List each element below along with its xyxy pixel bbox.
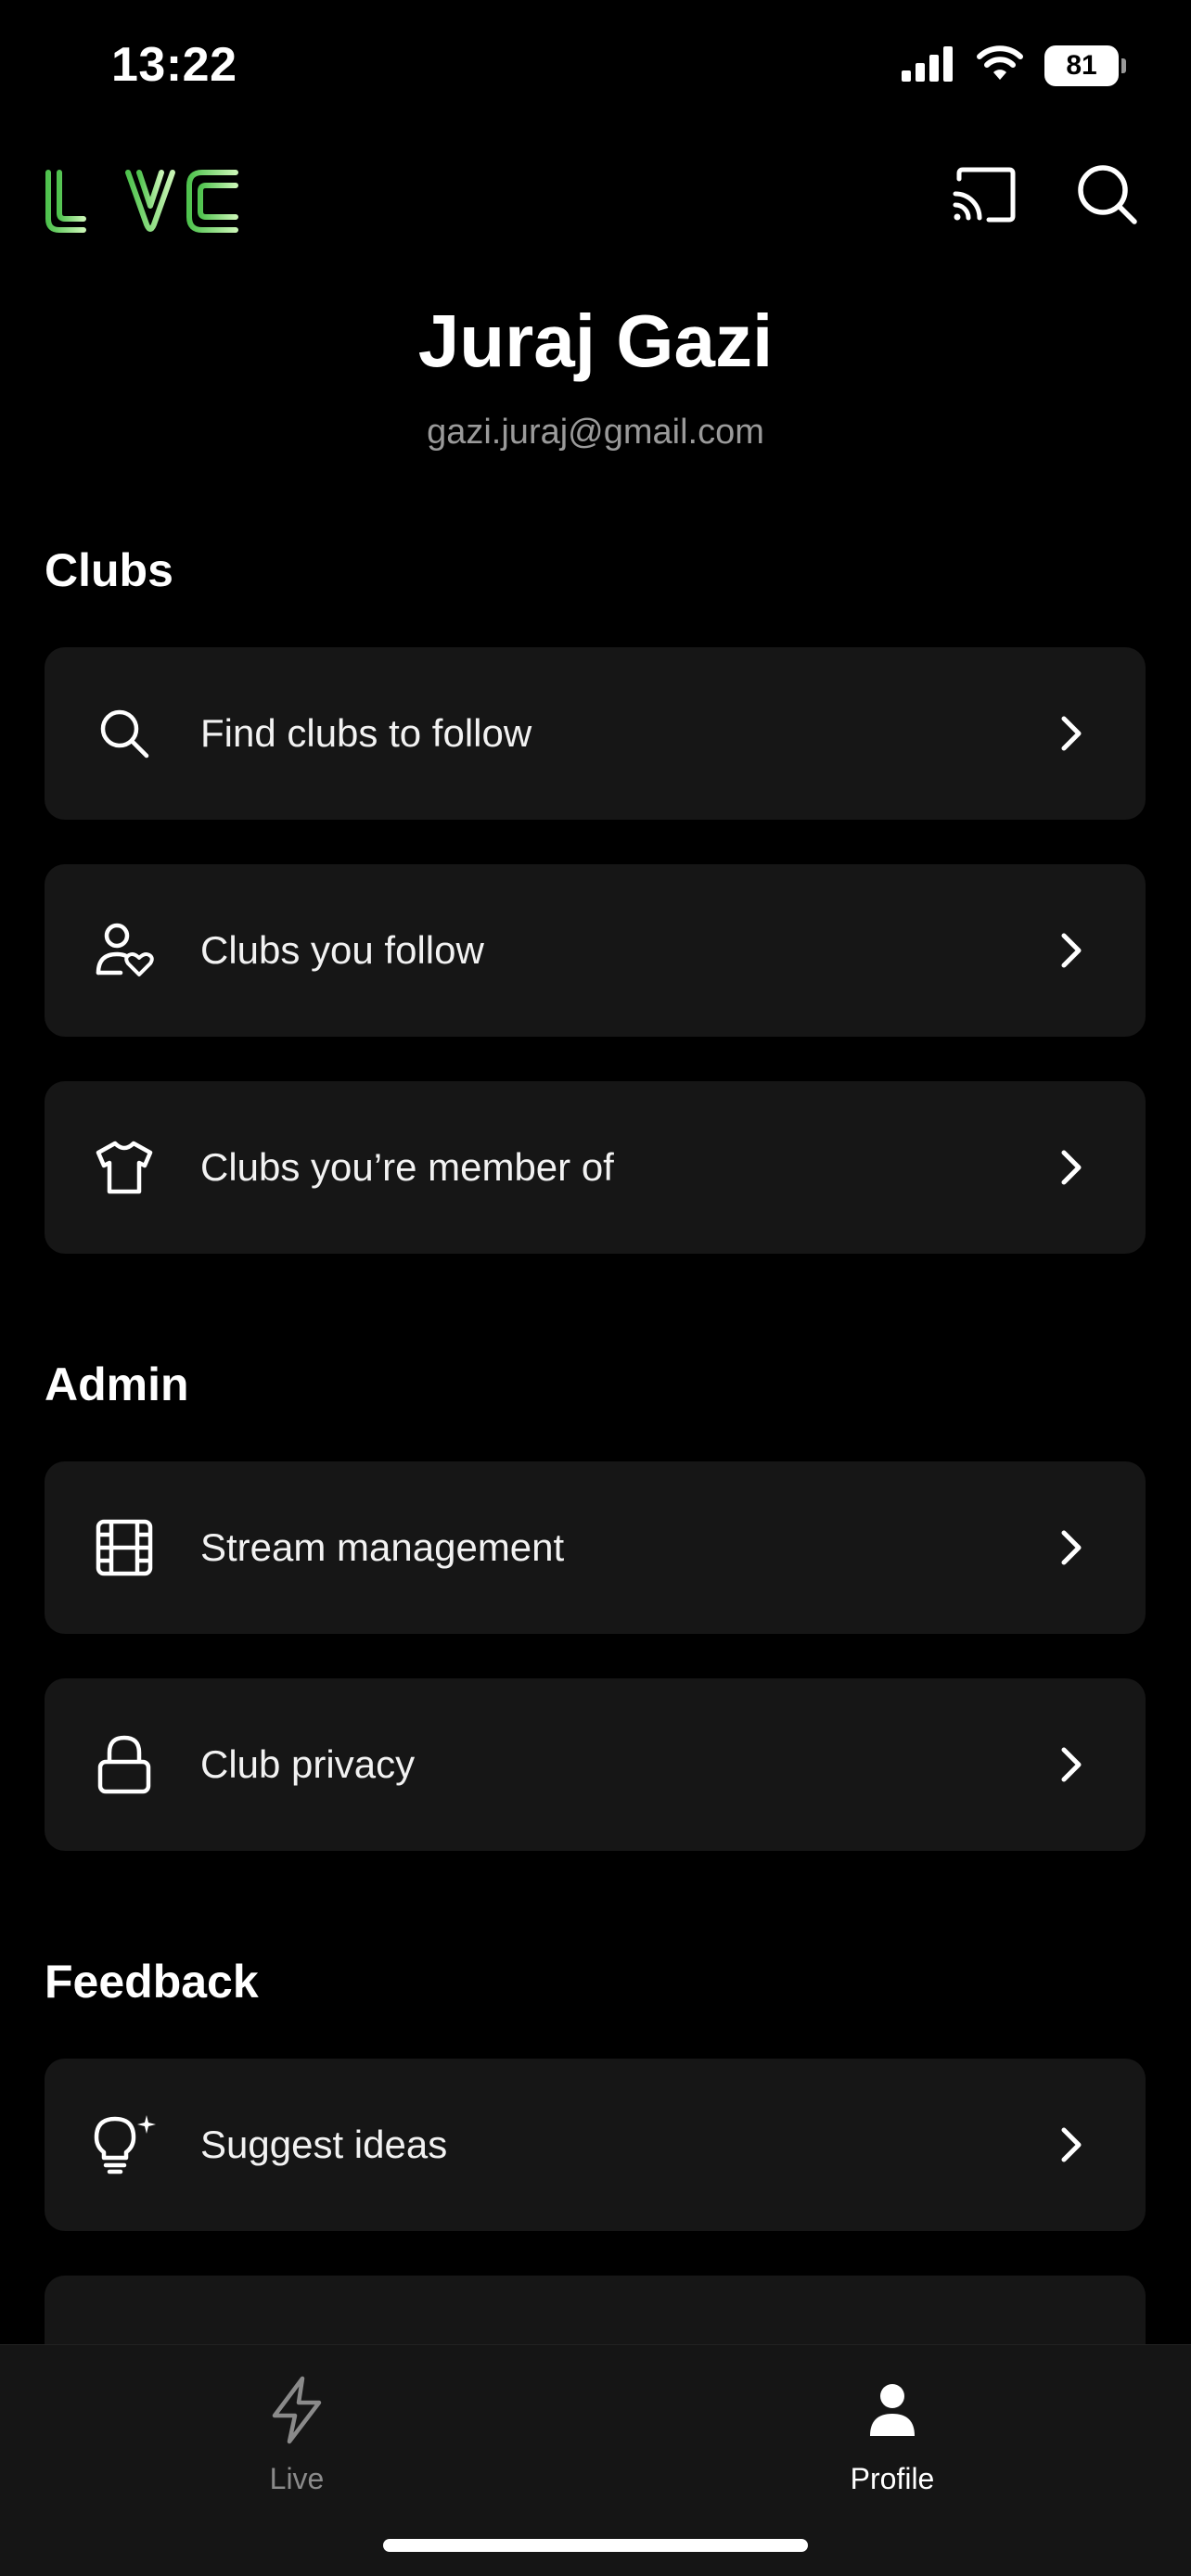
row-label: Find clubs to follow [200,711,532,755]
row-label: Suggest ideas [200,2123,448,2166]
search-icon [91,700,158,767]
stream-management-row[interactable]: Stream management [45,1461,1146,1634]
film-icon [91,1514,158,1581]
user-heart-icon [91,917,158,984]
profile-screen: 13:22 81 Juraj Gazi gazi.juraj@gmail.com… [0,0,1191,2576]
home-indicator[interactable] [383,2539,808,2552]
profile-email: gazi.juraj@gmail.com [427,413,764,452]
find-clubs-row[interactable]: Find clubs to follow [45,647,1146,820]
chevron-right-icon [1053,1529,1090,1566]
live-logo [43,159,241,244]
clubs-you-follow-row[interactable]: Clubs you follow [45,864,1146,1037]
club-privacy-row[interactable]: Club privacy [45,1678,1146,1851]
shirt-icon [91,1134,158,1201]
row-label: Clubs you follow [200,928,484,972]
wifi-icon [976,45,1024,86]
cast-button[interactable] [946,158,1020,232]
suggest-ideas-row[interactable]: Suggest ideas [45,2059,1146,2231]
row-label: Stream management [200,1525,565,1569]
row-label: Clubs you’re member of [200,1145,614,1189]
section-title-clubs: Clubs [45,544,173,596]
clubs-member-of-row[interactable]: Clubs you’re member of [45,1081,1146,1254]
status-icons: 81 [902,45,1126,86]
profile-name: Juraj Gazi [417,300,774,382]
status-time: 13:22 [111,38,237,92]
row-label: Club privacy [200,1742,416,1786]
chevron-right-icon [1053,715,1090,752]
section-title-admin: Admin [45,1358,189,1410]
cast-icon [953,167,1016,223]
status-bar: 13:22 81 [0,0,1191,139]
header-actions [946,158,1145,232]
chevron-right-icon [1053,1149,1090,1186]
cellular-signal-icon [902,45,955,86]
search-button[interactable] [1070,158,1145,232]
bolt-icon [158,2364,436,2456]
chevron-right-icon [1053,1746,1090,1783]
app-header [0,148,1191,250]
battery-level: 81 [1066,49,1097,81]
lightbulb-sparkle-icon [91,2111,158,2178]
chevron-right-icon [1053,2126,1090,2163]
battery-indicator: 81 [1044,45,1126,86]
tab-profile-label: Profile [850,2462,935,2495]
section-title-feedback: Feedback [45,1956,259,2008]
lock-icon [91,1731,158,1798]
tab-live-label: Live [269,2462,325,2495]
live-logo-graphic [45,170,238,233]
search-icon [1078,165,1137,224]
tab-live[interactable]: Live [158,2364,436,2496]
chevron-right-icon [1053,932,1090,969]
tab-profile[interactable]: Profile [753,2364,1031,2496]
person-icon [753,2364,1031,2456]
